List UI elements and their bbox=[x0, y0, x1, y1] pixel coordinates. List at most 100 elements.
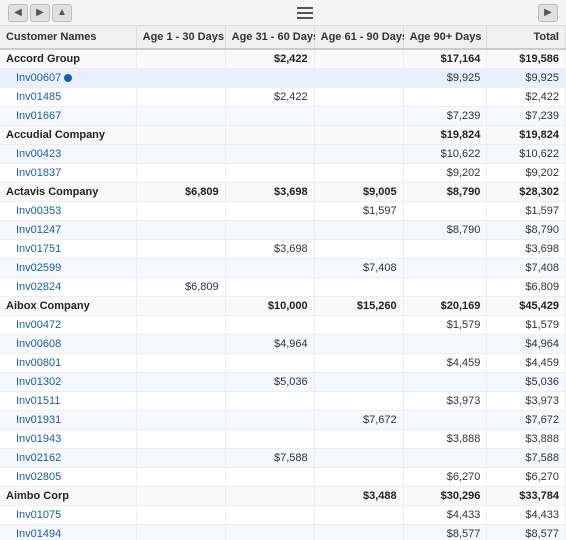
row-age31-60 bbox=[225, 107, 314, 126]
row-age90plus bbox=[403, 259, 487, 278]
row-id: Inv00801 bbox=[0, 354, 136, 373]
row-age31-60 bbox=[225, 392, 314, 411]
row-total: $7,239 bbox=[487, 107, 566, 126]
nav-forward-button[interactable]: ▶ bbox=[30, 4, 50, 22]
group-age1-30 bbox=[136, 297, 225, 316]
group-row[interactable]: Aimbo Corp $3,488 $30,296 $33,784 bbox=[0, 487, 566, 506]
table-row[interactable]: Inv02599 $7,408 $7,408 bbox=[0, 259, 566, 278]
col-header-age1-30[interactable]: Age 1 - 30 Days bbox=[136, 26, 225, 49]
row-age31-60: $7,588 bbox=[225, 449, 314, 468]
row-age90plus: $8,790 bbox=[403, 221, 487, 240]
row-id: Inv02824 bbox=[0, 278, 136, 297]
row-total: $1,597 bbox=[487, 202, 566, 221]
table-row[interactable]: Inv00801 $4,459 $4,459 bbox=[0, 354, 566, 373]
row-age61-90 bbox=[314, 69, 403, 88]
table-scroll-wrapper[interactable]: Customer Names Age 1 - 30 Days Age 31 - … bbox=[0, 26, 566, 540]
table-row[interactable]: Inv02162 $7,588 $7,588 bbox=[0, 449, 566, 468]
row-id: Inv01494 bbox=[0, 525, 136, 540]
nav-back-button[interactable]: ◀ bbox=[8, 4, 28, 22]
row-age1-30 bbox=[136, 468, 225, 487]
table-row[interactable]: Inv01247 $8,790 $8,790 bbox=[0, 221, 566, 240]
row-age1-30 bbox=[136, 107, 225, 126]
col-header-age61-90[interactable]: Age 61 - 90 Days bbox=[314, 26, 403, 49]
col-header-age31-60[interactable]: Age 31 - 60 Days bbox=[225, 26, 314, 49]
row-total: $9,925 bbox=[487, 69, 566, 88]
table-row[interactable]: Inv01494 $8,577 $8,577 bbox=[0, 525, 566, 540]
row-total: $7,672 bbox=[487, 411, 566, 430]
hamburger-menu[interactable] bbox=[297, 7, 313, 19]
row-age90plus: $4,459 bbox=[403, 354, 487, 373]
row-age31-60: $5,036 bbox=[225, 373, 314, 392]
group-age1-30: $6,809 bbox=[136, 183, 225, 202]
row-age90plus: $1,579 bbox=[403, 316, 487, 335]
table-row[interactable]: Inv01485 $2,422 $2,422 bbox=[0, 88, 566, 107]
row-total: $3,973 bbox=[487, 392, 566, 411]
row-age90plus bbox=[403, 202, 487, 221]
row-age31-60 bbox=[225, 468, 314, 487]
group-total: $19,824 bbox=[487, 126, 566, 145]
row-age1-30 bbox=[136, 506, 225, 525]
row-age61-90 bbox=[314, 449, 403, 468]
group-age1-30 bbox=[136, 126, 225, 145]
table-row[interactable]: Inv02805 $6,270 $6,270 bbox=[0, 468, 566, 487]
row-id: Inv01751 bbox=[0, 240, 136, 259]
table-row[interactable]: Inv00423 $10,622 $10,622 bbox=[0, 145, 566, 164]
row-age90plus: $4,433 bbox=[403, 506, 487, 525]
table-row[interactable]: Inv01302 $5,036 $5,036 bbox=[0, 373, 566, 392]
table-row[interactable]: Inv00472 $1,579 $1,579 bbox=[0, 316, 566, 335]
row-age1-30 bbox=[136, 449, 225, 468]
row-age1-30 bbox=[136, 335, 225, 354]
col-header-name[interactable]: Customer Names bbox=[0, 26, 136, 49]
group-name: Accord Group bbox=[0, 49, 136, 69]
row-age61-90 bbox=[314, 164, 403, 183]
row-total: $3,888 bbox=[487, 430, 566, 449]
row-total: $6,809 bbox=[487, 278, 566, 297]
group-row[interactable]: Actavis Company $6,809 $3,698 $9,005 $8,… bbox=[0, 183, 566, 202]
row-age31-60 bbox=[225, 69, 314, 88]
row-age61-90 bbox=[314, 221, 403, 240]
row-id: Inv01485 bbox=[0, 88, 136, 107]
table-row[interactable]: Inv01751 $3,698 $3,698 bbox=[0, 240, 566, 259]
row-age31-60 bbox=[225, 221, 314, 240]
row-total: $4,459 bbox=[487, 354, 566, 373]
col-header-total[interactable]: Total bbox=[487, 26, 566, 49]
table-row[interactable]: Inv01667 $7,239 $7,239 bbox=[0, 107, 566, 126]
row-age61-90 bbox=[314, 278, 403, 297]
table-row[interactable]: Inv01837 $9,202 $9,202 bbox=[0, 164, 566, 183]
table-row[interactable]: Inv01511 $3,973 $3,973 bbox=[0, 392, 566, 411]
row-id: Inv01837 bbox=[0, 164, 136, 183]
table-row[interactable]: Inv02824 $6,809 $6,809 bbox=[0, 278, 566, 297]
row-age90plus: $10,622 bbox=[403, 145, 487, 164]
group-row[interactable]: Accord Group $2,422 $17,164 $19,586 bbox=[0, 49, 566, 69]
group-age61-90: $3,488 bbox=[314, 487, 403, 506]
row-age1-30 bbox=[136, 430, 225, 449]
row-age31-60 bbox=[225, 354, 314, 373]
row-age61-90 bbox=[314, 468, 403, 487]
table-row[interactable]: Inv00353 $1,597 $1,597 bbox=[0, 202, 566, 221]
group-age61-90: $9,005 bbox=[314, 183, 403, 202]
row-age61-90: $7,672 bbox=[314, 411, 403, 430]
group-row[interactable]: Aibox Company $10,000 $15,260 $20,169 $4… bbox=[0, 297, 566, 316]
row-age61-90 bbox=[314, 240, 403, 259]
table-row[interactable]: Inv00607 $9,925 $9,925 bbox=[0, 69, 566, 88]
group-age90plus: $20,169 bbox=[403, 297, 487, 316]
col-header-age90plus[interactable]: Age 90+ Days bbox=[403, 26, 487, 49]
row-age61-90 bbox=[314, 145, 403, 164]
group-age31-60: $2,422 bbox=[225, 49, 314, 69]
table-row[interactable]: Inv01075 $4,433 $4,433 bbox=[0, 506, 566, 525]
row-age1-30 bbox=[136, 525, 225, 540]
nav-up-button[interactable]: ▲ bbox=[52, 4, 72, 22]
table-row[interactable]: Inv01931 $7,672 $7,672 bbox=[0, 411, 566, 430]
row-age31-60 bbox=[225, 145, 314, 164]
row-age31-60: $3,698 bbox=[225, 240, 314, 259]
row-age90plus bbox=[403, 335, 487, 354]
group-age61-90 bbox=[314, 49, 403, 69]
table-row[interactable]: Inv01943 $3,888 $3,888 bbox=[0, 430, 566, 449]
row-id: Inv01511 bbox=[0, 392, 136, 411]
scroll-right-button[interactable]: ▶ bbox=[538, 4, 558, 22]
group-name: Aimbo Corp bbox=[0, 487, 136, 506]
row-age90plus bbox=[403, 240, 487, 259]
group-row[interactable]: Accudial Company $19,824 $19,824 bbox=[0, 126, 566, 145]
table-row[interactable]: Inv00608 $4,964 $4,964 bbox=[0, 335, 566, 354]
row-age61-90 bbox=[314, 373, 403, 392]
